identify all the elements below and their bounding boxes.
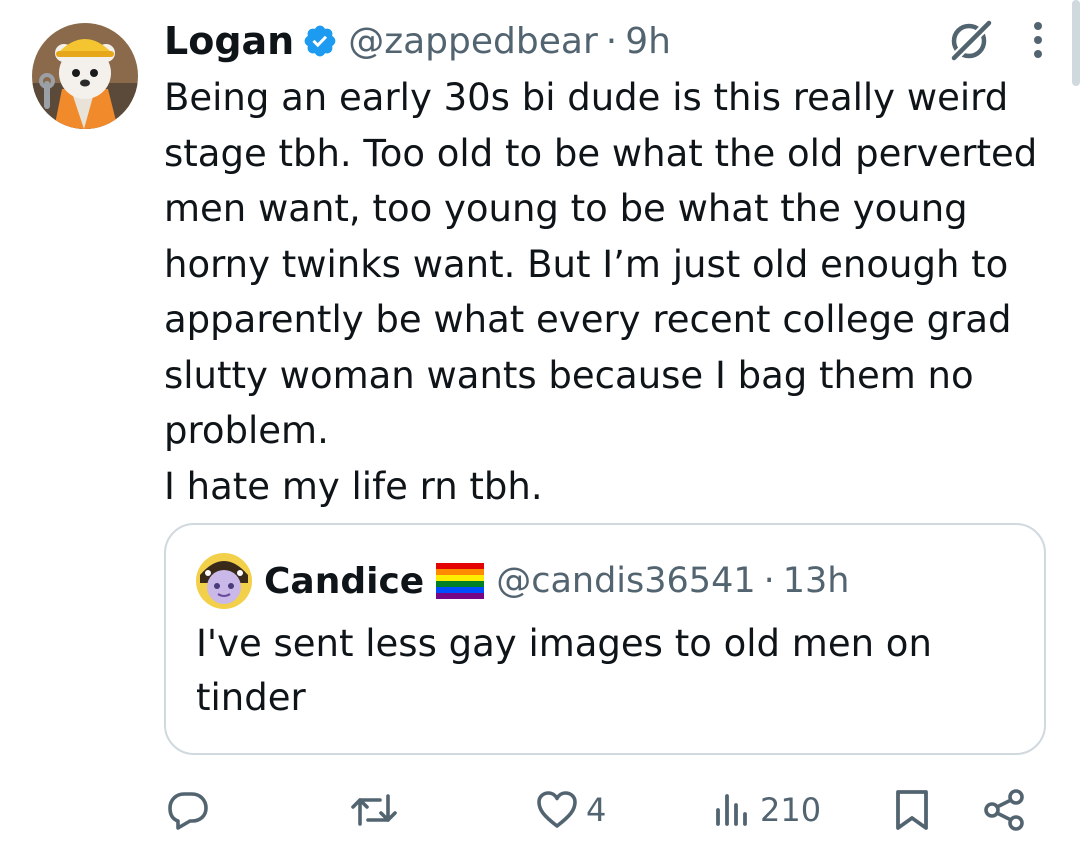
- views-icon: [716, 794, 747, 826]
- quoted-separator-dot: ·: [763, 561, 775, 601]
- reply-button[interactable]: [166, 782, 210, 838]
- author-handle[interactable]: @zappedbear: [348, 21, 598, 62]
- tweet-text: Being an early 30s bi dude is this reall…: [164, 76, 1038, 508]
- bookmark-icon: [896, 790, 928, 830]
- share-icon: [984, 789, 1024, 831]
- quoted-author-avatar[interactable]: [196, 553, 252, 609]
- quoted-author-name[interactable]: Candice: [264, 561, 424, 602]
- quoted-tweet-header: Candice @candis36541 · 13h: [196, 553, 849, 609]
- quoted-tweet-timestamp[interactable]: 13h: [783, 561, 850, 601]
- author-avatar[interactable]: [32, 23, 138, 129]
- author-name[interactable]: Logan: [164, 19, 294, 63]
- more-icon[interactable]: [1032, 18, 1044, 66]
- tweet-timestamp[interactable]: 9h: [625, 21, 671, 62]
- like-count: 4: [586, 791, 607, 829]
- scrollbar-thumb[interactable]: [1072, 0, 1080, 86]
- views-count: 210: [760, 791, 822, 829]
- bear-avatar-icon: [32, 23, 138, 129]
- quoted-tweet-text: I've sent less gay images to old men on …: [196, 622, 932, 719]
- rainbow-flag-icon: [436, 563, 485, 599]
- tweet-top-actions: [946, 16, 1044, 68]
- heart-icon: [537, 791, 577, 828]
- grok-icon[interactable]: [946, 16, 995, 68]
- verified-badge-icon: [302, 23, 338, 59]
- quoted-tweet-card[interactable]: Candice @candis36541 · 13h I've sent les…: [164, 523, 1046, 755]
- retweet-button[interactable]: [350, 782, 398, 838]
- like-button[interactable]: 4: [536, 782, 606, 838]
- retweet-icon: [351, 794, 397, 826]
- separator-dot: ·: [605, 20, 618, 62]
- candice-avatar-icon: [196, 553, 252, 609]
- share-button[interactable]: [982, 782, 1026, 838]
- quoted-author-handle[interactable]: @candis36541: [496, 561, 755, 601]
- tweet-action-bar: 4 210: [164, 782, 1044, 838]
- tweet-header: Logan @zappedbear · 9h: [164, 14, 671, 68]
- reply-icon: [168, 792, 208, 830]
- bookmark-button[interactable]: [894, 782, 930, 838]
- views-button[interactable]: 210: [712, 782, 821, 838]
